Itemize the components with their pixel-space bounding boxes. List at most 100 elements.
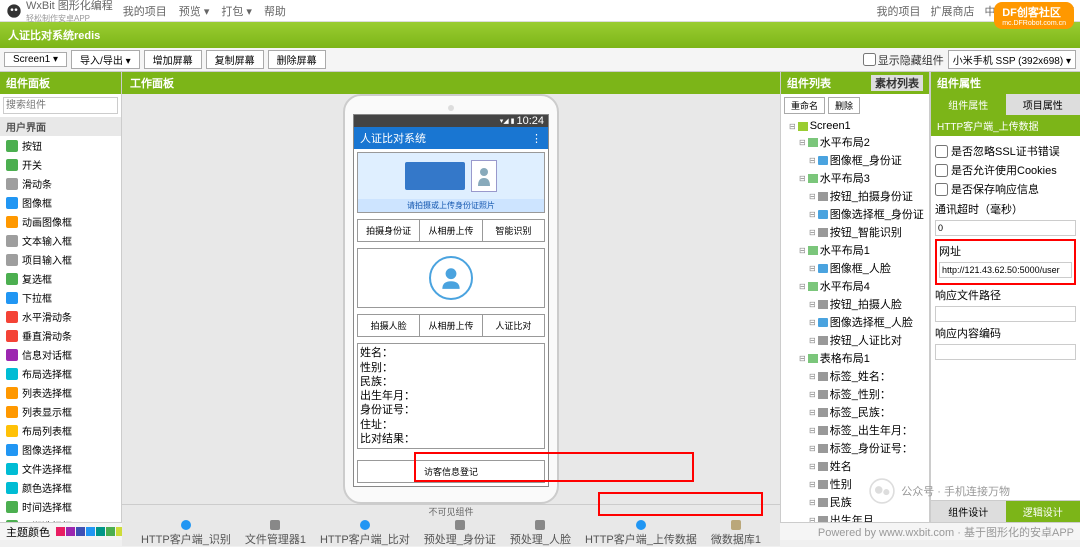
tree-node[interactable]: ⊟民族 — [783, 493, 927, 511]
url-input[interactable] — [939, 262, 1072, 278]
btn-shoot-face[interactable]: 拍摄人脸 — [358, 315, 420, 336]
menu-build[interactable]: 打包 ▾ — [221, 3, 252, 19]
nonvisual-item[interactable]: 文件管理器1 — [245, 520, 306, 547]
phone-frame: ▾◢ ▮ 10:24 人证比对系统⋮ 请拍摄或上传身份证照片 拍摄身份证 从相册… — [343, 94, 559, 504]
cat-ui[interactable]: 用户界面 — [0, 117, 121, 136]
tab-proj-prop[interactable]: 项目属性 — [1006, 94, 1080, 115]
tree-node[interactable]: ⊟图像选择框_身份证 — [783, 205, 927, 223]
nonvisual-item[interactable]: HTTP客户端_识别 — [141, 520, 231, 547]
tab-logic[interactable]: 逻辑设计 — [1006, 501, 1080, 522]
btn-album-id[interactable]: 从相册上传 — [420, 220, 482, 241]
palette-search[interactable] — [3, 97, 118, 114]
tree-node[interactable]: ⊟标签_身份证号： — [783, 439, 927, 457]
palette-item[interactable]: 复选框 — [0, 269, 121, 288]
nonvisual-item[interactable]: 预处理_身份证 — [424, 520, 496, 547]
face-card[interactable] — [357, 248, 545, 308]
palette-item[interactable]: 日期选择框 — [0, 516, 121, 522]
nonvisual-item[interactable]: 预处理_人脸 — [510, 520, 571, 547]
link-projects[interactable]: 我的项目 — [876, 3, 920, 19]
link-store[interactable]: 扩展商店 — [930, 3, 974, 19]
phone-screen[interactable]: ▾◢ ▮ 10:24 人证比对系统⋮ 请拍摄或上传身份证照片 拍摄身份证 从相册… — [353, 114, 549, 487]
tab-design[interactable]: 组件设计 — [931, 501, 1006, 522]
tree-node[interactable]: ⊟水平布局2 — [783, 133, 927, 151]
btn-register[interactable]: 访客信息登记 — [357, 460, 545, 483]
palette-item[interactable]: 水平滑动条 — [0, 307, 121, 326]
palette-item[interactable]: 列表选择框 — [0, 383, 121, 402]
nonvisual-item[interactable]: HTTP客户端_比对 — [320, 520, 410, 547]
tree-node[interactable]: ⊟图像框_人脸 — [783, 259, 927, 277]
palette-item[interactable]: 图像选择框 — [0, 440, 121, 459]
tree-node[interactable]: ⊟标签_性别： — [783, 385, 927, 403]
tree-node[interactable]: ⊟按钮_拍摄人脸 — [783, 295, 927, 313]
property-panel: 组件属性 组件属性 项目属性 HTTP客户端_上传数据 是否忽略SSL证书错误 … — [930, 72, 1080, 522]
palette-item[interactable]: 滑动条 — [0, 174, 121, 193]
palette-item[interactable]: 列表显示框 — [0, 402, 121, 421]
btn-compare[interactable]: 人证比对 — [483, 315, 544, 336]
status-bar: ▾◢ ▮ 10:24 — [354, 115, 548, 127]
brand-logo: WxBit 图形化编程轻松制作安卓APP — [6, 0, 113, 24]
palette-item[interactable]: 颜色选择框 — [0, 478, 121, 497]
nonvisual-item[interactable]: HTTP客户端_上传数据 — [585, 520, 697, 547]
id-preview-card[interactable]: 请拍摄或上传身份证照片 — [357, 152, 545, 213]
del-screen[interactable]: 删除屏幕 — [268, 50, 326, 69]
tree-node[interactable]: ⊟图像框_身份证 — [783, 151, 927, 169]
tree-node[interactable]: ⊟水平布局4 — [783, 277, 927, 295]
palette-item[interactable]: 垂直滑动条 — [0, 326, 121, 345]
nonvisual-item[interactable]: 微数据库1 — [711, 520, 761, 547]
menu-help[interactable]: 帮助 — [264, 3, 286, 19]
face-btn-row: 拍摄人脸 从相册上传 人证比对 — [357, 314, 545, 337]
palette-item[interactable]: 下拉框 — [0, 288, 121, 307]
chk-ssl[interactable] — [935, 145, 948, 158]
tree-node[interactable]: ⊟标签_出生年月： — [783, 421, 927, 439]
chk-save-resp[interactable] — [935, 183, 948, 196]
import-export[interactable]: 导入/导出 ▾ — [71, 50, 140, 69]
tree-node[interactable]: ⊟出生年月 — [783, 511, 927, 522]
tree-node[interactable]: ⊟标签_民族： — [783, 403, 927, 421]
tab-comp-prop[interactable]: 组件属性 — [931, 94, 1006, 115]
palette-item[interactable]: 时间选择框 — [0, 497, 121, 516]
topbar: WxBit 图形化编程轻松制作安卓APP 我的项目 预览 ▾ 打包 ▾ 帮助 我… — [0, 0, 1080, 22]
tree-node[interactable]: ⊟性别 — [783, 475, 927, 493]
delete-btn[interactable]: 删除 — [828, 97, 860, 114]
project-title: 人证比对系统redis — [0, 22, 1080, 48]
palette-item[interactable]: 文本输入框 — [0, 231, 121, 250]
palette-item[interactable]: 按钮 — [0, 136, 121, 155]
device-select[interactable]: 小米手机 SSP (392x698) ▾ — [948, 50, 1076, 69]
btn-shoot-id[interactable]: 拍摄身份证 — [358, 220, 420, 241]
palette-item[interactable]: 开关 — [0, 155, 121, 174]
resp-path-input[interactable] — [935, 306, 1076, 322]
palette-item[interactable]: 文件选择框 — [0, 459, 121, 478]
btn-ocr[interactable]: 智能识别 — [483, 220, 544, 241]
tree-node[interactable]: ⊟图像选择框_人脸 — [783, 313, 927, 331]
tree-node[interactable]: ⊟水平布局3 — [783, 169, 927, 187]
tree-node[interactable]: ⊟表格布局1 — [783, 349, 927, 367]
menu-myproj[interactable]: 我的项目 — [123, 3, 167, 19]
timeout-input[interactable] — [935, 220, 1076, 236]
assets-tab[interactable]: 素材列表 — [871, 75, 923, 91]
btn-album-face[interactable]: 从相册上传 — [420, 315, 482, 336]
resp-enc-input[interactable] — [935, 344, 1076, 360]
tree-node[interactable]: ⊟姓名 — [783, 457, 927, 475]
annotation-box-3: 网址 — [935, 239, 1076, 285]
add-screen[interactable]: 增加屏幕 — [144, 50, 202, 69]
tree-node[interactable]: ⊟标签_姓名： — [783, 367, 927, 385]
palette-item[interactable]: 动画图像框 — [0, 212, 121, 231]
tree-node[interactable]: ⊟按钮_拍摄身份证 — [783, 187, 927, 205]
chk-cookies[interactable] — [935, 164, 948, 177]
palette-item[interactable]: 布局列表框 — [0, 421, 121, 440]
tree-node[interactable]: ⊟按钮_人证比对 — [783, 331, 927, 349]
menu-icon[interactable]: ⋮ — [531, 132, 542, 145]
screen-select[interactable]: Screen1 ▾ — [4, 52, 67, 67]
palette-item[interactable]: 布局选择框 — [0, 364, 121, 383]
tree-node[interactable]: ⊟Screen1 — [783, 119, 927, 133]
rename-btn[interactable]: 重命名 — [784, 97, 825, 114]
tree-node[interactable]: ⊟水平布局1 — [783, 241, 927, 259]
show-hidden-chk[interactable]: 显示隐藏组件 — [863, 52, 944, 68]
palette-item[interactable]: 项目输入框 — [0, 250, 121, 269]
tree-node[interactable]: ⊟按钮_智能识别 — [783, 223, 927, 241]
copy-screen[interactable]: 复制屏幕 — [206, 50, 264, 69]
menu-preview[interactable]: 预览 ▾ — [179, 3, 210, 19]
palette-item[interactable]: 图像框 — [0, 193, 121, 212]
palette-item[interactable]: 信息对话框 — [0, 345, 121, 364]
palette-header: 组件面板 — [0, 72, 121, 94]
